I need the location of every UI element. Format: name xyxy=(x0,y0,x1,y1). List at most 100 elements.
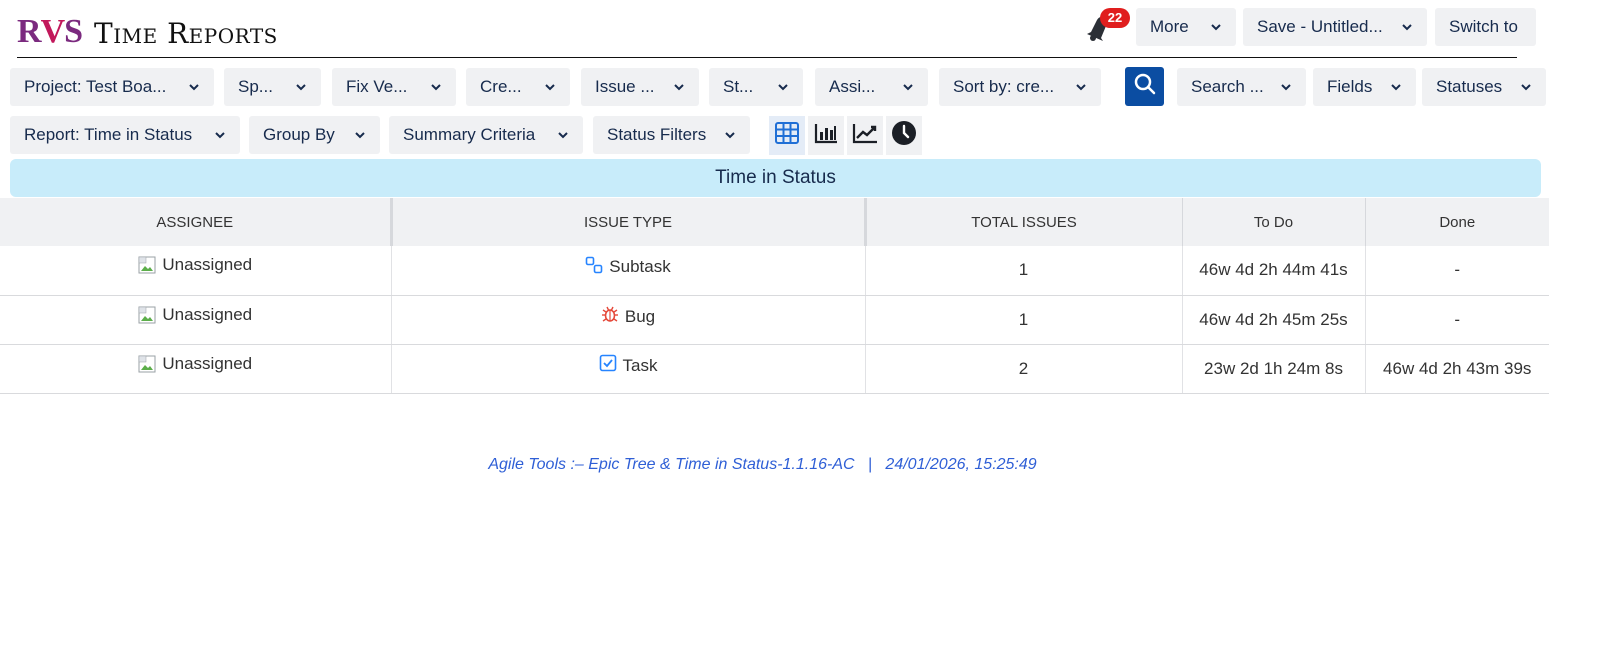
created-filter[interactable]: Cre... xyxy=(466,68,570,106)
issue-type-filter[interactable]: Issue ... xyxy=(581,68,699,106)
report-type-label: Report: Time in Status xyxy=(24,125,193,144)
statuses-label: Statuses xyxy=(1436,77,1503,96)
search-dropdown-label: Search ... xyxy=(1191,77,1264,96)
status-filter-label: St... xyxy=(723,77,754,96)
fix-version-filter-label: Fix Ve... xyxy=(346,77,408,96)
chevron-down-icon xyxy=(430,81,442,93)
statuses-dropdown[interactable]: Statuses xyxy=(1422,68,1546,106)
time-view-button[interactable] xyxy=(886,116,922,155)
sort-by-label: Sort by: cre... xyxy=(953,77,1055,96)
save-dropdown[interactable]: Save - Untitled... xyxy=(1243,8,1427,46)
clock-icon xyxy=(891,120,917,151)
table-view-button[interactable] xyxy=(769,116,805,155)
group-by-dropdown[interactable]: Group By xyxy=(249,116,380,154)
status-filter[interactable]: St... xyxy=(709,68,803,106)
table-row: Unassigned Bug 1 46w 4d 2h 45m 25s - xyxy=(0,295,1549,345)
bar-chart-view-button[interactable] xyxy=(808,116,844,155)
total-issues-cell: 2 xyxy=(865,344,1183,394)
column-header-issue-type[interactable]: ISSUE TYPE xyxy=(391,198,867,246)
fields-label: Fields xyxy=(1327,77,1373,96)
issue-type-label: Bug xyxy=(624,306,656,326)
chevron-down-icon xyxy=(1280,81,1292,93)
assignee-cell: Unassigned xyxy=(0,246,392,296)
app-footer: Agile Tools :– Epic Tree & Time in Statu… xyxy=(0,456,1525,474)
bar-chart-icon xyxy=(814,122,838,149)
chevron-down-icon xyxy=(354,129,366,141)
chevron-down-icon xyxy=(673,81,685,93)
chevron-down-icon xyxy=(1390,81,1402,93)
subtask-icon xyxy=(585,256,603,279)
switch-to-button[interactable]: Switch to xyxy=(1435,8,1536,46)
status-filters-label: Status Filters xyxy=(607,125,707,144)
to-do-time-cell: 46w 4d 2h 44m 41s xyxy=(1182,246,1366,296)
more-label: More xyxy=(1150,17,1189,36)
search-dropdown[interactable]: Search ... xyxy=(1177,68,1306,106)
issue-type-filter-label: Issue ... xyxy=(595,77,655,96)
column-header-to-do[interactable]: To Do xyxy=(1182,198,1366,246)
avatar-placeholder-icon xyxy=(138,306,156,324)
footer-timestamp: 24/01/2026, 15:25:49 xyxy=(885,456,1037,473)
footer-product-version: Agile Tools :– Epic Tree & Time in Statu… xyxy=(488,456,855,473)
issue-type-label: Subtask xyxy=(609,257,671,277)
summary-criteria-label: Summary Criteria xyxy=(403,125,536,144)
chevron-down-icon xyxy=(1075,81,1087,93)
notification-count-badge: 22 xyxy=(1100,8,1130,28)
chevron-down-icon xyxy=(295,81,307,93)
sprint-filter[interactable]: Sp... xyxy=(224,68,321,106)
chevron-down-icon xyxy=(1210,21,1222,33)
switch-to-label: Switch to xyxy=(1449,17,1518,36)
assignee-cell: Unassigned xyxy=(0,295,392,345)
done-time-cell: - xyxy=(1365,295,1549,345)
column-header-total-issues[interactable]: TOTAL ISSUES xyxy=(865,198,1183,246)
line-chart-view-button[interactable] xyxy=(847,116,883,155)
report-type-dropdown[interactable]: Report: Time in Status xyxy=(10,116,240,154)
more-dropdown[interactable]: More xyxy=(1136,8,1236,46)
save-label: Save - Untitled... xyxy=(1257,17,1383,36)
table-row: Unassigned Task 2 23w 2d 1h 24m 8s 46w 4… xyxy=(0,344,1549,394)
fix-version-filter[interactable]: Fix Ve... xyxy=(332,68,456,106)
issue-type-label: Task xyxy=(622,355,658,375)
line-chart-icon xyxy=(852,122,878,149)
task-icon xyxy=(599,354,617,377)
status-filters-dropdown[interactable]: Status Filters xyxy=(593,116,750,154)
column-header-assignee[interactable]: ASSIGNEE xyxy=(0,198,393,246)
brand: RVS Time Reports xyxy=(17,9,278,49)
report-title-bar: Time in Status xyxy=(10,159,1541,197)
chevron-down-icon xyxy=(214,129,226,141)
sort-by-dropdown[interactable]: Sort by: cre... xyxy=(939,68,1101,106)
issue-type-cell: Bug xyxy=(391,295,866,345)
chevron-down-icon xyxy=(188,81,200,93)
project-filter[interactable]: Project: Test Boa... xyxy=(10,68,214,106)
column-header-done[interactable]: Done xyxy=(1365,198,1549,246)
chevron-down-icon xyxy=(1520,81,1532,93)
assignee-name: Unassigned xyxy=(162,255,253,275)
search-button[interactable] xyxy=(1125,67,1164,106)
project-filter-label: Project: Test Boa... xyxy=(24,77,167,96)
avatar-placeholder-icon xyxy=(138,256,156,274)
header-divider xyxy=(17,57,1517,58)
group-by-label: Group By xyxy=(263,125,335,144)
chevron-down-icon xyxy=(544,81,556,93)
footer-separator: | xyxy=(867,456,873,473)
table-view-icon xyxy=(775,122,799,149)
table-header-row: ASSIGNEE ISSUE TYPE TOTAL ISSUES To Do D… xyxy=(0,198,1549,246)
assignee-filter[interactable]: Assi... xyxy=(815,68,928,106)
assignee-filter-label: Assi... xyxy=(829,77,876,96)
issue-type-cell: Subtask xyxy=(391,246,866,296)
issue-type-cell: Task xyxy=(391,344,866,394)
chevron-down-icon xyxy=(724,129,736,141)
rvs-logo: RVS xyxy=(17,13,83,50)
chevron-down-icon xyxy=(902,81,914,93)
search-icon xyxy=(1133,72,1157,101)
app-header: RVS Time Reports 22 More Save - Untitled… xyxy=(0,0,1600,60)
avatar-placeholder-icon xyxy=(138,355,156,373)
assignee-cell: Unassigned xyxy=(0,344,392,394)
to-do-time-cell: 23w 2d 1h 24m 8s xyxy=(1182,344,1366,394)
summary-criteria-dropdown[interactable]: Summary Criteria xyxy=(389,116,583,154)
assignee-name: Unassigned xyxy=(162,353,253,373)
sprint-filter-label: Sp... xyxy=(238,77,273,96)
fields-dropdown[interactable]: Fields xyxy=(1313,68,1416,106)
time-in-status-table: ASSIGNEE ISSUE TYPE TOTAL ISSUES To Do D… xyxy=(0,198,1549,394)
total-issues-cell: 1 xyxy=(865,295,1183,345)
chevron-down-icon xyxy=(777,81,789,93)
